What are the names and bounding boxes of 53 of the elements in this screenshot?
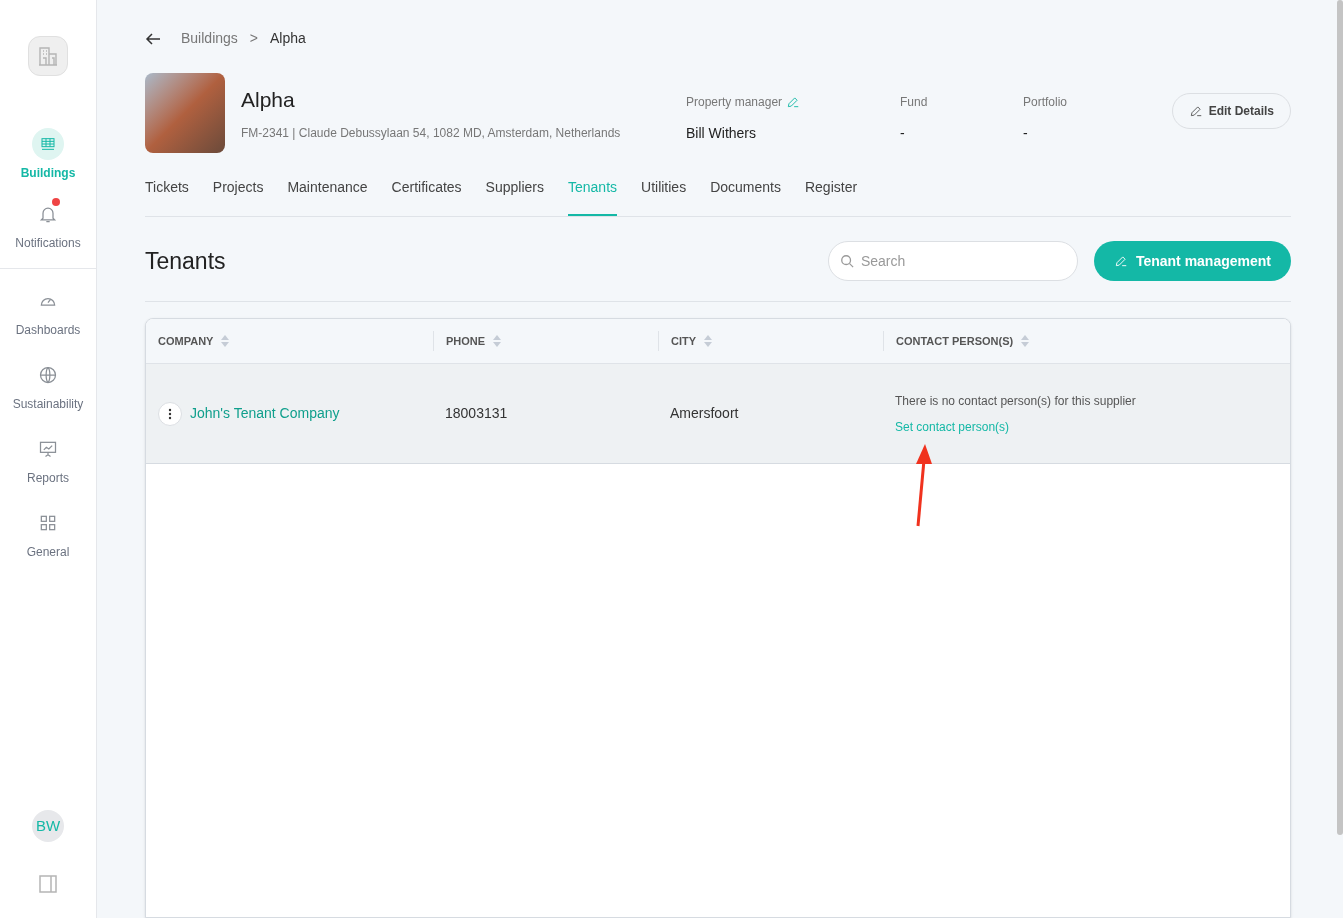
nav-tab[interactable]: Projects [212, 173, 264, 216]
sidebar-item[interactable]: Dashboards [15, 281, 81, 343]
sort-icon[interactable] [704, 335, 713, 347]
nav-tab[interactable]: Documents [710, 173, 781, 216]
field-label: Property manager [686, 94, 783, 111]
sidebar-item[interactable]: General [26, 503, 70, 565]
sort-icon[interactable] [493, 335, 502, 347]
field-value: - [1023, 124, 1029, 143]
grid-table-icon [40, 136, 56, 152]
sidebar-item[interactable]: Reports [27, 429, 69, 491]
city-cell-text: Amersfoort [670, 404, 739, 423]
app-logo[interactable] [28, 36, 68, 76]
nav-tab[interactable]: Certificates [391, 173, 462, 216]
no-contact-message: There is no contact person(s) for this supplier [895, 392, 1137, 410]
pencil-icon [1113, 254, 1128, 268]
column-header[interactable]: CITY [671, 332, 697, 350]
grid-icon [38, 513, 58, 533]
nav-tab[interactable]: Maintenance [287, 173, 368, 216]
column-header[interactable]: PHONE [446, 332, 486, 350]
table-row[interactable]: John's Tenant Company 18003131 Amersfoort There is no contact person(s) for this supplier Set contact person(s) [146, 364, 1290, 464]
column-header[interactable]: COMPANY [158, 332, 214, 350]
nav-tab[interactable]: Suppliers [485, 173, 544, 216]
presentation-chart-icon [38, 439, 58, 459]
nav-tab[interactable]: Register [804, 173, 858, 216]
nav-tab[interactable]: Utilities [641, 173, 687, 216]
breadcrumb-link[interactable]: Buildings [181, 28, 238, 49]
column-header[interactable]: CONTACT PERSON(S) [896, 332, 1014, 350]
edit-pencil-icon [786, 95, 801, 109]
back-arrow-icon[interactable] [145, 30, 161, 47]
phone-cell-text: 18003131 [445, 404, 508, 423]
building-address: FM-2341 | Claude Debussylaan 54, 1082 MD, Amsterdam, Netherlands [241, 124, 622, 142]
field-label: Fund [900, 94, 928, 111]
building-name: Alpha [241, 87, 296, 114]
scrollbar[interactable] [1337, 0, 1343, 835]
sidebar-item[interactable]: Notifications [15, 194, 81, 256]
search-icon [839, 254, 854, 268]
section-title: Tenants [145, 246, 226, 276]
field-value: Bill Withers [686, 124, 757, 143]
more-vertical-icon [168, 407, 172, 420]
breadcrumb-separator: > [249, 29, 258, 48]
row-menu-button[interactable] [158, 401, 182, 426]
search-field[interactable]: Search [827, 241, 1078, 281]
sidebar-item[interactable]: Sustainability [12, 355, 84, 417]
sidebar-toggle-icon[interactable] [38, 874, 58, 894]
building-icon [36, 44, 60, 68]
sort-icon[interactable] [221, 335, 230, 347]
field-value: - [900, 124, 906, 143]
field-label: Portfolio [1023, 94, 1068, 111]
sort-icon[interactable] [1021, 335, 1030, 347]
globe-icon [38, 365, 58, 385]
breadcrumb-current[interactable]: Alpha [270, 28, 306, 49]
nav-tab[interactable]: Tickets [145, 173, 189, 216]
pencil-icon [1188, 104, 1203, 118]
